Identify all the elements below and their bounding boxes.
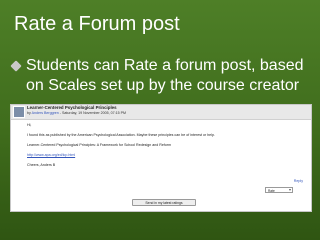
post-meta: by Anders Berggren - Saturday, 19 Novemb… [27,111,126,116]
post-author-link[interactable]: Anders Berggren [32,111,59,115]
forum-post-screenshot: Learner-Centered Psychological Principle… [10,104,312,212]
bullet-text: Students can Rate a forum post, based on… [26,57,304,94]
post-body: Hi, I found this as published by the Ame… [27,122,307,168]
rate-select[interactable]: Rate [265,187,293,193]
bullet-diamond-icon [10,60,22,72]
send-ratings-button[interactable]: Send in my latest ratings [132,199,196,206]
chevron-down-icon [289,189,291,191]
post-header: Learner-Centered Psychological Principle… [11,105,311,120]
bullet-item: Students can Rate a forum post, based on… [10,56,312,96]
rate-select-value: Rate [268,189,275,193]
slide-title: Rate a Forum post [14,13,180,35]
post-meta-prefix: by [27,111,31,115]
post-body-line: Cheers, Anders B [27,163,56,167]
user-avatar-icon[interactable] [13,106,25,118]
post-date: - Saturday, 19 November 2005, 07:15 PM [59,111,127,115]
reply-link[interactable]: Reply [294,179,303,183]
